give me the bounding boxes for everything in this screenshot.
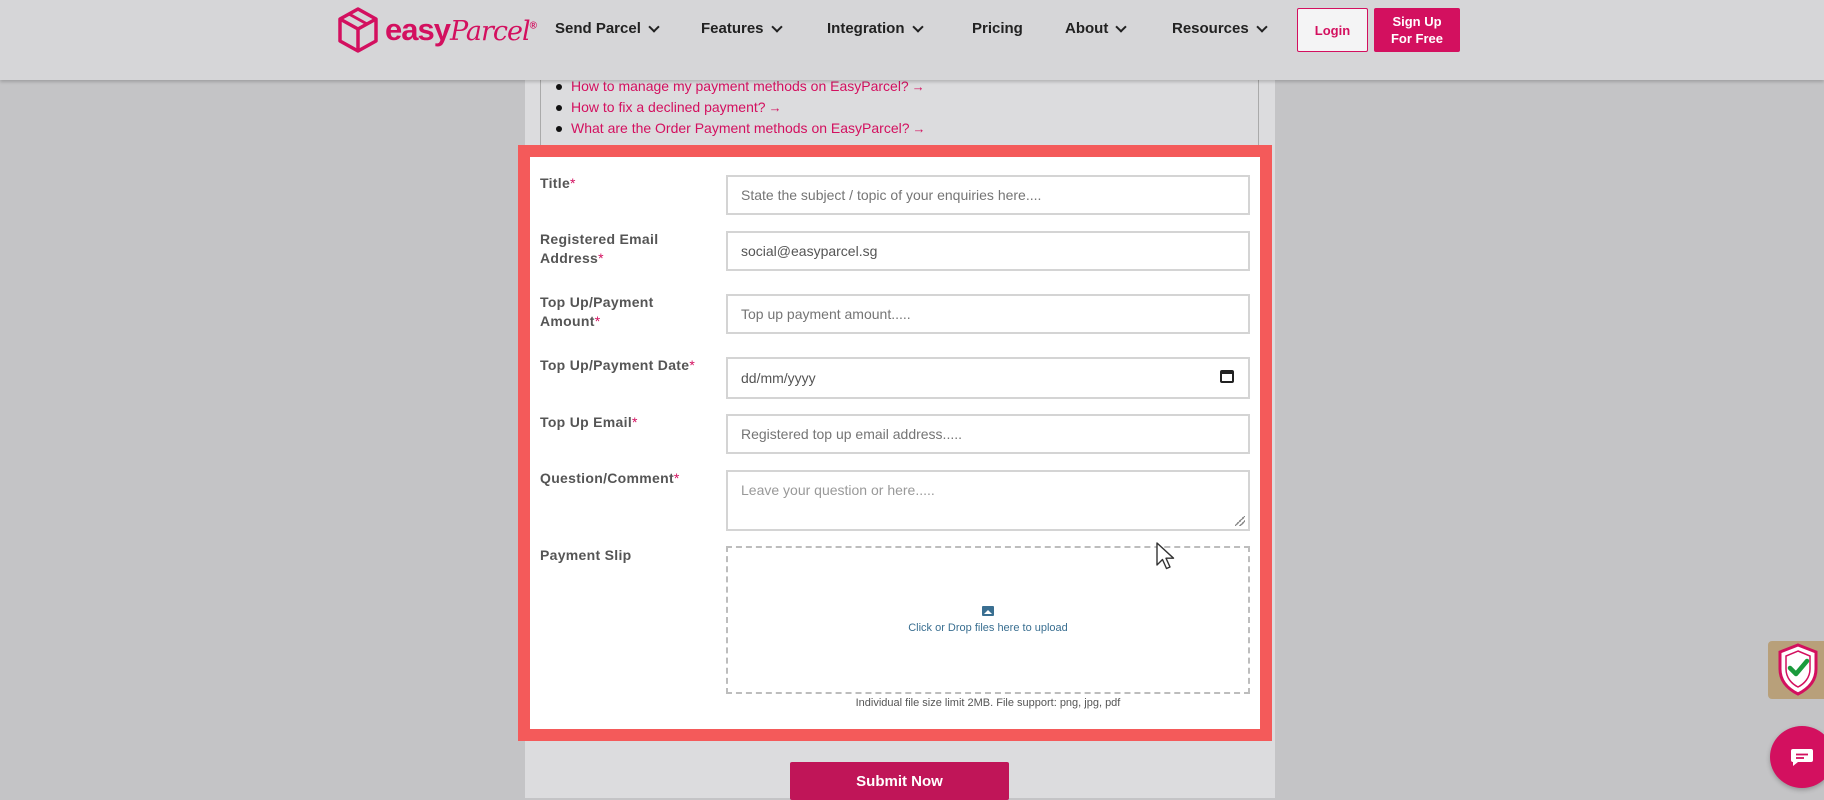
logo-box-icon [338,7,378,53]
chevron-down-icon [911,20,924,33]
chat-button[interactable] [1770,726,1824,788]
nav-integration[interactable]: Integration [827,20,924,37]
payment-slip-label: Payment Slip [540,547,632,563]
submit-button[interactable]: Submit Now [790,762,1009,800]
signup-button[interactable]: Sign Up For Free [1374,8,1460,52]
topup-email-input[interactable] [726,414,1250,454]
nav-pricing[interactable]: Pricing [972,20,1023,37]
payment-date-label: Top Up/Payment Date* [540,357,696,373]
date-placeholder: dd/mm/yyyy [741,370,816,386]
faq-link[interactable]: What are the Order Payment methods on Ea… [556,118,926,139]
nav-resources[interactable]: Resources [1172,20,1268,37]
chat-icon [1791,749,1813,766]
nav-label: Features [701,20,764,37]
nav-send-parcel[interactable]: Send Parcel [555,20,660,37]
title-label: Title* [540,175,576,191]
nav-label: About [1065,20,1109,37]
nav-features[interactable]: Features [701,20,783,37]
registered-email-label: Registered Email Address* [540,231,659,266]
arrow-right-icon: → [768,100,782,115]
topup-email-label: Top Up Email* [540,414,638,430]
faq-link[interactable]: How to fix a declined payment? → [556,97,926,118]
chevron-down-icon [1115,20,1127,33]
logo-wordmark: easyParcel® [385,12,537,47]
easycover-badge[interactable] [1768,641,1824,699]
calendar-icon[interactable] [1220,370,1234,383]
nav-label: Pricing [972,20,1023,37]
registered-email-field[interactable]: social@easyparcel.sg [726,231,1250,271]
cursor-icon [1156,542,1175,570]
nav-about[interactable]: About [1065,20,1127,37]
nav-label: Send Parcel [555,20,641,37]
amount-input[interactable] [726,294,1250,334]
nav-label: Resources [1172,20,1249,37]
nav-label: Integration [827,20,905,37]
resize-grip-icon[interactable] [1235,516,1245,526]
signup-label-line2: For Free [1390,31,1443,46]
comment-placeholder: Leave your question or here..... [741,482,935,498]
chevron-down-icon [770,20,783,33]
login-button[interactable]: Login [1297,8,1368,52]
comment-textarea[interactable]: Leave your question or here..... [726,470,1250,531]
related-faq-list: How to manage my payment methods on Easy… [556,76,926,139]
easyparcel-logo[interactable]: easyParcel® [337,6,537,54]
arrow-right-icon: → [912,121,926,136]
arrow-right-icon: → [911,79,925,94]
shield-check-icon [1778,643,1818,696]
image-icon [982,606,994,616]
payment-date-input[interactable]: dd/mm/yyyy [726,357,1250,399]
upload-instruction: Click or Drop files here to upload [908,622,1068,634]
comment-label: Question/Comment* [540,470,680,486]
file-size-note: Individual file size limit 2MB. File sup… [855,697,1121,709]
top-navigation-bar: easyParcel® Send Parcel Features Integra… [0,0,1824,80]
amount-label: Top Up/Payment Amount* [540,294,654,329]
chevron-down-icon [648,20,660,33]
chevron-down-icon [1256,20,1268,33]
signup-label-line1: Sign Up [1392,14,1442,29]
title-input[interactable] [726,175,1250,215]
